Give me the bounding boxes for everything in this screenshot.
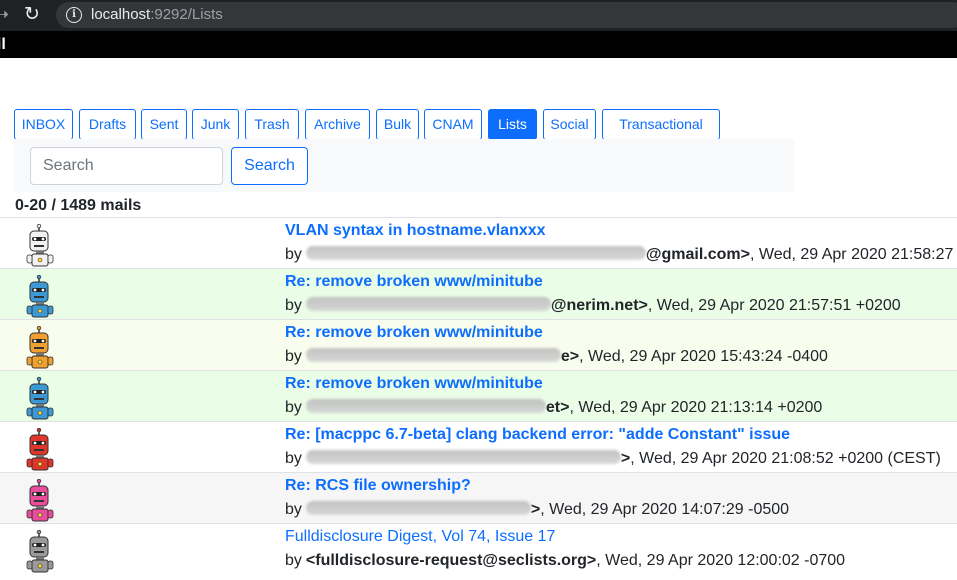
- redacted-sender: [305, 297, 551, 311]
- robot-avatar-icon: [24, 478, 58, 524]
- mail-date: , Wed, 29 Apr 2020 21:13:14 +0200: [569, 399, 823, 416]
- mail-date: , Wed, 29 Apr 2020 21:57:51 +0200: [647, 297, 901, 314]
- mail-sender: <fulldisclosure-request@seclists.org>: [305, 552, 597, 569]
- app-navbar: ail: [0, 31, 957, 58]
- mail-row[interactable]: Re: remove broken www/minitube by et>, Wed…: [0, 370, 957, 421]
- mail-subject-link[interactable]: Re: [macppc 6.7-beta] clang backend erro…: [285, 426, 790, 444]
- redacted-sender: [305, 246, 646, 260]
- folder-tab-trash[interactable]: Trash: [245, 109, 299, 140]
- mail-subject-link[interactable]: Re: remove broken www/minitube: [285, 375, 543, 393]
- mail-row[interactable]: VLAN syntax in hostname.vlanxxx by @gmail.…: [0, 217, 957, 268]
- folder-tab-social[interactable]: Social: [543, 109, 596, 140]
- by-label: by: [285, 450, 302, 467]
- url-text: localhost:9292/Lists: [91, 6, 223, 23]
- mail-row[interactable]: Re: RCS file ownership? by >, Wed, 29 Apr …: [0, 472, 957, 523]
- mail-date: , Wed, 29 Apr 2020 21:58:27 +0200: [749, 246, 957, 263]
- robot-avatar-icon: [24, 274, 58, 320]
- mail-row[interactable]: Re: [macppc 6.7-beta] clang backend erro…: [0, 421, 957, 472]
- mail-byline: by @gmail.com>, Wed, 29 Apr 2020 21:58:27…: [285, 246, 957, 264]
- mail-byline: by e>, Wed, 29 Apr 2020 15:43:24 -0400: [285, 348, 828, 366]
- address-bar[interactable]: i localhost:9292/Lists: [56, 2, 957, 28]
- robot-avatar-icon: [24, 529, 58, 575]
- mail-row[interactable]: Re: remove broken www/minitube by e>, Wed,…: [0, 319, 957, 370]
- mail-count: 0-20 / 1489 mails: [15, 197, 142, 214]
- mail-sender: e>: [560, 348, 580, 365]
- folder-tab-lists[interactable]: Lists: [488, 109, 537, 140]
- redacted-sender: [305, 450, 621, 464]
- reload-icon[interactable]: ↻: [24, 3, 40, 25]
- folder-tab-archive[interactable]: Archive: [305, 109, 370, 140]
- redacted-sender: [305, 348, 561, 362]
- app-title[interactable]: ail: [0, 36, 6, 54]
- browser-toolbar: ➝ ↻ i localhost:9292/Lists: [0, 0, 957, 31]
- redacted-sender: [305, 399, 546, 413]
- mail-sender: @nerim.net>: [550, 297, 648, 314]
- mail-subject-link[interactable]: Fulldisclosure Digest, Vol 74, Issue 17: [285, 528, 555, 546]
- by-label: by: [285, 552, 302, 569]
- mail-sender: @gmail.com>: [645, 246, 750, 263]
- mail-date: , Wed, 29 Apr 2020 21:08:52 +0200 (CEST): [630, 450, 941, 467]
- folder-tab-bulk[interactable]: Bulk: [376, 109, 419, 140]
- by-label: by: [285, 348, 302, 365]
- robot-avatar-icon: [24, 427, 58, 473]
- search-input[interactable]: [30, 147, 223, 185]
- mail-date: , Wed, 29 Apr 2020 14:07:29 -0500: [540, 501, 790, 518]
- folder-tab-drafts[interactable]: Drafts: [79, 109, 136, 140]
- search-panel: Search: [14, 139, 794, 192]
- folder-tab-inbox[interactable]: INBOX: [14, 109, 73, 140]
- mail-byline: by @nerim.net>, Wed, 29 Apr 2020 21:57:51…: [285, 297, 901, 315]
- mail-date: , Wed, 29 Apr 2020 12:00:02 -0700: [596, 552, 846, 569]
- mail-subject-link[interactable]: Re: RCS file ownership?: [285, 477, 471, 495]
- mail-sender: >: [530, 501, 541, 518]
- mail-row[interactable]: Re: remove broken www/minitube by @nerim.n…: [0, 268, 957, 319]
- mail-row[interactable]: Fulldisclosure Digest, Vol 74, Issue 17 b…: [0, 523, 957, 574]
- mail-byline: by >, Wed, 29 Apr 2020 14:07:29 -0500: [285, 501, 789, 519]
- mail-date: , Wed, 29 Apr 2020 15:43:24 -0400: [579, 348, 828, 365]
- mail-sender: >: [620, 450, 631, 467]
- by-label: by: [285, 297, 302, 314]
- folder-tab-sent[interactable]: Sent: [141, 109, 187, 140]
- robot-avatar-icon: [24, 223, 58, 269]
- mail-byline: by et>, Wed, 29 Apr 2020 21:13:14 +0200: [285, 399, 822, 417]
- folder-tab-transactional[interactable]: Transactional: [602, 109, 720, 140]
- mail-sender: et>: [545, 399, 570, 416]
- back-arrow-icon[interactable]: ➝: [0, 4, 9, 25]
- mail-subject-link[interactable]: VLAN syntax in hostname.vlanxxx: [285, 222, 546, 240]
- mail-subject-link[interactable]: Re: remove broken www/minitube: [285, 273, 543, 291]
- mail-byline: by >, Wed, 29 Apr 2020 21:08:52 +0200 (CE…: [285, 450, 941, 468]
- by-label: by: [285, 501, 302, 518]
- folder-tab-junk[interactable]: Junk: [192, 109, 239, 140]
- robot-avatar-icon: [24, 376, 58, 422]
- by-label: by: [285, 399, 302, 416]
- mail-byline: by <fulldisclosure-request@seclists.org>,…: [285, 552, 845, 570]
- info-icon[interactable]: i: [66, 7, 82, 23]
- search-button[interactable]: Search: [231, 147, 308, 185]
- redacted-sender: [305, 501, 531, 515]
- mail-subject-link[interactable]: Re: remove broken www/minitube: [285, 324, 543, 342]
- by-label: by: [285, 246, 302, 263]
- robot-avatar-icon: [24, 325, 58, 371]
- folder-tab-cnam[interactable]: CNAM: [424, 109, 482, 140]
